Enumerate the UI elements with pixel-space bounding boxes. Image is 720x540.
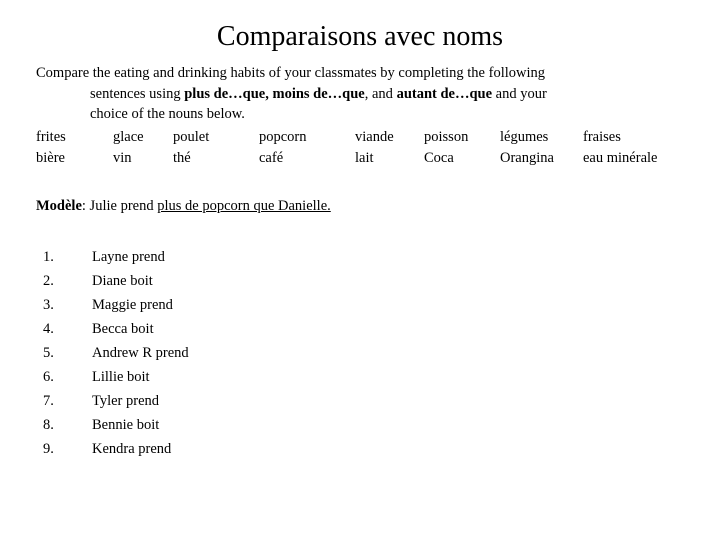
exercise-number: 3. (43, 297, 54, 313)
noun-row-drinks: bière vin thé café lait Coca Orangina eau minér… (0, 148, 720, 169)
noun-drink-item: café (259, 148, 283, 169)
modele-answer: plus de popcorn que Danielle. (157, 198, 331, 214)
phrase-autant-de-que: autant de…que (396, 85, 493, 102)
exercise-number: 2. (43, 273, 54, 289)
exercise-item: 2. Diane boit (0, 269, 720, 293)
noun-food-label: glace (113, 129, 144, 145)
noun-food-label: poisson (424, 129, 469, 145)
noun-drink-label: vin (113, 150, 132, 166)
noun-drink-label: Coca (424, 150, 454, 166)
page-title: Comparaisons avec noms (216, 21, 504, 52)
modele-label: Modèle (36, 198, 82, 214)
exercise-item: 1. Layne prend (0, 245, 720, 269)
exercise-prompt: Becca boit (92, 321, 154, 337)
exercise-number: 6. (43, 369, 54, 385)
exercise-number: 8. (43, 417, 54, 433)
noun-food-item: fraises (583, 127, 621, 148)
exercise-prompt: Andrew R prend (92, 345, 189, 361)
exercise-prompt: Lillie boit (92, 369, 150, 385)
exercise-number: 4. (43, 321, 54, 337)
noun-food-label: frites (36, 129, 66, 145)
exercise-number: 7. (43, 393, 54, 409)
phrase-plus-de-que: plus de…que, (184, 85, 269, 102)
noun-row-foods: frites glace poulet popcorn viande poisson lég… (0, 127, 720, 148)
noun-drink-item: bière (36, 148, 65, 169)
modele-lead: : Julie prend (81, 198, 158, 214)
instructions-line-2-conjunction: , and (364, 85, 397, 102)
instructions-line-2: sentences using plus de…que, moins de…qu… (36, 84, 684, 105)
exercise-prompt: Maggie prend (92, 297, 173, 313)
exercise-item: 5. Andrew R prend (0, 341, 720, 365)
noun-food-label: viande (355, 129, 394, 145)
noun-food-item: légumes (500, 127, 548, 148)
exercise-prompt: Layne prend (92, 249, 165, 265)
noun-drink-label: thé (173, 150, 191, 166)
exercise-item: 4. Becca boit (0, 317, 720, 341)
instructions-line-2-prefix: sentences using (90, 85, 185, 102)
noun-food-label: légumes (500, 129, 549, 145)
noun-food-item: popcorn (259, 127, 307, 148)
noun-food-label: fraises (583, 129, 621, 145)
exercise-number: 5. (43, 345, 54, 361)
exercise-prompt: Diane boit (92, 273, 153, 289)
exercise-number: 9. (43, 441, 54, 457)
noun-drink-label: bière (36, 150, 65, 166)
noun-drink-item: lait (355, 148, 374, 169)
noun-word-bank: frites glace poulet popcorn viande poisson lég… (0, 127, 720, 171)
noun-drink-item: Orangina (500, 148, 554, 169)
exercise-item: 9. Kendra prend (0, 437, 720, 461)
instructions-line-2-suffix: and your (492, 85, 547, 102)
exercise-item: 8. Bennie boit (0, 413, 720, 437)
phrase-moins-de-que: moins de…que (272, 85, 365, 102)
noun-food-label: popcorn (259, 129, 307, 145)
modele-example: Modèle: Julie prend plus de popcorn que … (36, 196, 331, 216)
exercise-item: 3. Maggie prend (0, 293, 720, 317)
noun-drink-label: eau minérale (583, 150, 658, 166)
exercise-prompt: Tyler prend (92, 393, 160, 409)
noun-food-item: viande (355, 127, 394, 148)
noun-drink-item: thé (173, 148, 191, 169)
exercise-item: 6. Lillie boit (0, 365, 720, 389)
noun-drink-item: eau minérale (583, 148, 657, 169)
noun-food-label: poulet (173, 129, 210, 145)
noun-drink-label: café (259, 150, 284, 166)
noun-drink-label: lait (355, 150, 374, 166)
noun-food-item: frites (36, 127, 66, 148)
noun-drink-item: vin (113, 148, 132, 169)
exercise-prompt: Bennie boit (92, 417, 160, 433)
exercise-list: 1. Layne prend 2. Diane boit 3. Maggie prend 4… (0, 245, 720, 461)
exercise-prompt: Kendra prend (92, 441, 172, 457)
exercise-number: 1. (43, 249, 54, 265)
noun-food-item: poulet (173, 127, 209, 148)
noun-food-item: glace (113, 127, 144, 148)
noun-food-item: poisson (424, 127, 468, 148)
noun-drink-item: Coca (424, 148, 454, 169)
exercise-item: 7. Tyler prend (0, 389, 720, 413)
worksheet-page: Comparaisons avec noms Compare the eatin… (0, 0, 720, 540)
instructions-line-1: Compare the eating and drinking habits o… (36, 65, 546, 81)
noun-drink-label: Orangina (500, 150, 554, 166)
instructions-paragraph: Compare the eating and drinking habits o… (36, 63, 684, 125)
instructions-line-3: choice of the nouns below. (90, 106, 245, 122)
